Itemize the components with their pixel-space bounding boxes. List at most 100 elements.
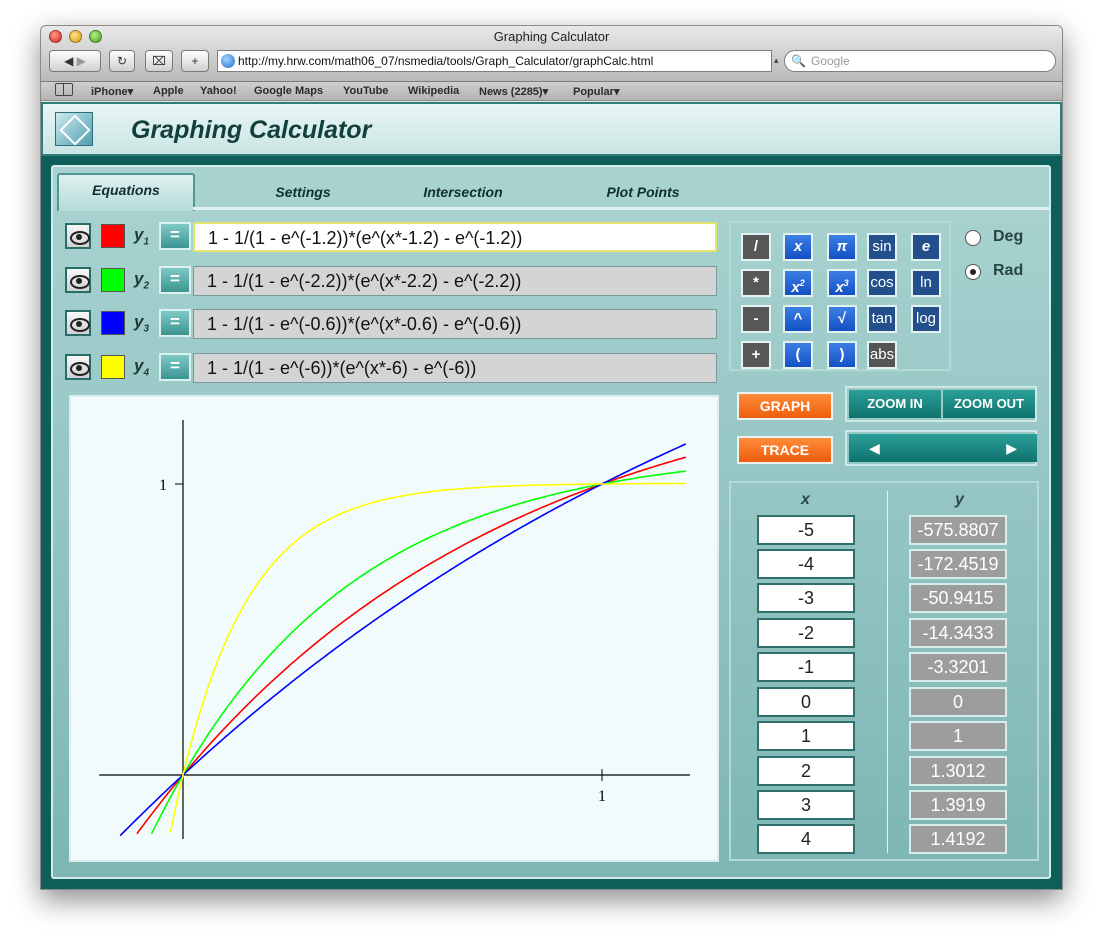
bookmark-youtube[interactable]: YouTube <box>343 85 388 97</box>
zoom-controls: ZOOM IN ZOOM OUT <box>845 386 1037 422</box>
x-cell[interactable]: -5 <box>757 515 855 545</box>
trace-arrow-controls: ◀ ▶ <box>845 430 1037 466</box>
equation-label-2: y2 <box>134 269 150 292</box>
y-cell: 1.3012 <box>909 756 1007 786</box>
x-cell[interactable]: 2 <box>757 756 855 786</box>
x-cell[interactable]: 3 <box>757 790 855 820</box>
series-line-y2 <box>150 470 686 835</box>
key-log[interactable]: log <box>911 305 941 333</box>
tab-settings[interactable]: Settings <box>243 177 363 207</box>
bookmark-news[interactable]: News (2285)▾ <box>479 85 548 98</box>
key-pi[interactable]: π <box>827 233 857 261</box>
equation-input-4[interactable]: 1 - 1/(1 - e^(-6))*(e^(x*-6) - e^(-6)) <box>193 353 717 383</box>
equals-button-4[interactable]: = <box>159 353 191 381</box>
bookmark-iphone[interactable]: iPhone▾ <box>91 85 133 98</box>
equation-input-2[interactable]: 1 - 1/(1 - e^(-2.2))*(e^(x*-2.2) - e^(-2… <box>193 266 717 296</box>
bookmark-apple[interactable]: Apple <box>153 85 184 97</box>
back-arrow-icon[interactable]: ◀ <box>64 54 73 68</box>
x-cell[interactable]: 1 <box>757 721 855 751</box>
visibility-eye-icon[interactable] <box>65 354 91 380</box>
plus-icon: + <box>191 54 199 68</box>
x-cell[interactable]: -4 <box>757 549 855 579</box>
x-cell[interactable]: -1 <box>757 652 855 682</box>
add-bookmark-button[interactable]: + <box>181 50 209 72</box>
radio-rad-control[interactable] <box>965 264 981 280</box>
graph-button[interactable]: GRAPH <box>737 392 833 420</box>
bookmark-wikipedia[interactable]: Wikipedia <box>408 85 459 97</box>
key-open-paren[interactable]: ( <box>783 341 813 369</box>
tab-equations[interactable]: Equations <box>57 173 195 211</box>
values-table: x y -5 -575.8807 -4 -172.4519 -3 -50.941… <box>729 481 1039 861</box>
equation-input-3[interactable]: 1 - 1/(1 - e^(-0.6))*(e^(x*-0.6) - e^(-0… <box>193 309 717 339</box>
trace-left-button[interactable]: ◀ <box>849 434 943 462</box>
graph-area[interactable]: 11 <box>69 395 719 862</box>
bookmark-google-maps[interactable]: Google Maps <box>254 85 323 97</box>
color-swatch-4[interactable] <box>101 355 125 379</box>
equals-button-3[interactable]: = <box>159 309 191 337</box>
x-cell[interactable]: -3 <box>757 583 855 613</box>
key-cos[interactable]: cos <box>867 269 897 297</box>
reload-button[interactable]: ↻ <box>109 50 135 72</box>
color-swatch-3[interactable] <box>101 311 125 335</box>
address-bar[interactable]: http://my.hrw.com/math06_07/nsmedia/tool… <box>217 50 772 72</box>
equals-button-1[interactable]: = <box>159 222 191 250</box>
key-sqrt[interactable]: √ <box>827 305 857 333</box>
back-forward-buttons[interactable]: ◀ ▶ <box>49 50 101 72</box>
key-ln[interactable]: ln <box>911 269 941 297</box>
trace-right-button[interactable]: ▶ <box>943 434 1037 462</box>
equation-label-1: y1 <box>134 225 150 248</box>
visibility-eye-icon[interactable] <box>65 223 91 249</box>
color-swatch-1[interactable] <box>101 224 125 248</box>
equals-button-2[interactable]: = <box>159 266 191 294</box>
y-cell: -14.3433 <box>909 618 1007 648</box>
key-minus[interactable]: - <box>741 305 771 333</box>
key-abs[interactable]: abs <box>867 341 897 369</box>
trace-button[interactable]: TRACE <box>737 436 833 464</box>
series-line-y3 <box>119 443 687 837</box>
x-cell[interactable]: 4 <box>757 824 855 854</box>
radio-deg-control[interactable] <box>965 230 981 246</box>
series-line-y4 <box>169 482 686 833</box>
key-x-squared[interactable]: x2 <box>783 269 813 297</box>
app-header: Graphing Calculator <box>41 102 1062 156</box>
window-title: Graphing Calculator <box>493 29 610 44</box>
equation-row-4: y4 = 1 - 1/(1 - e^(-6))*(e^(x*-6) - e^(-… <box>65 352 719 383</box>
bookmarks-book-icon[interactable] <box>55 83 73 96</box>
color-swatch-2[interactable] <box>101 268 125 292</box>
visibility-eye-icon[interactable] <box>65 310 91 336</box>
y-cell: 0 <box>909 687 1007 717</box>
tab-plot-points[interactable]: Plot Points <box>583 177 703 207</box>
key-power[interactable]: ^ <box>783 305 813 333</box>
left-arrow-icon: ◀ <box>869 440 880 456</box>
bookmark-popular[interactable]: Popular▾ <box>573 85 619 98</box>
key-sin[interactable]: sin <box>867 233 897 261</box>
x-cell[interactable]: 0 <box>757 687 855 717</box>
key-e[interactable]: e <box>911 233 941 261</box>
bookmark-yahoo[interactable]: Yahoo! <box>200 85 237 97</box>
tab-intersection[interactable]: Intersection <box>403 177 523 207</box>
search-icon: 🔍 <box>791 54 806 68</box>
x-cell[interactable]: -2 <box>757 618 855 648</box>
search-input[interactable]: 🔍 Google <box>784 50 1056 72</box>
y-column-header: y <box>955 491 964 508</box>
url-text: http://my.hrw.com/math06_07/nsmedia/tool… <box>238 54 654 68</box>
zoom-in-button[interactable]: ZOOM IN <box>849 390 941 418</box>
key-divide[interactable]: / <box>741 233 771 261</box>
snapback-button[interactable]: ⌧ <box>145 50 173 72</box>
zoom-out-button[interactable]: ZOOM OUT <box>943 390 1035 418</box>
key-close-paren[interactable]: ) <box>827 341 857 369</box>
key-x-cubed[interactable]: x3 <box>827 269 857 297</box>
visibility-eye-icon[interactable] <box>65 267 91 293</box>
x-column-header: x <box>801 491 810 508</box>
forward-arrow-icon[interactable]: ▶ <box>77 54 86 68</box>
key-plus[interactable]: + <box>741 341 771 369</box>
key-multiply[interactable]: * <box>741 269 771 297</box>
equation-input-1[interactable]: 1 - 1/(1 - e^(-1.2))*(e^(x*-1.2) - e^(-1… <box>193 222 717 252</box>
bookmark-label: News (2285) <box>479 86 543 98</box>
key-tan[interactable]: tan <box>867 305 897 333</box>
equation-row-3: y3 = 1 - 1/(1 - e^(-0.6))*(e^(x*-0.6) - … <box>65 308 719 339</box>
graph-canvas[interactable]: 11 <box>71 397 717 860</box>
key-x[interactable]: x <box>783 233 813 261</box>
column-divider <box>887 491 888 853</box>
page-content: Graphing Calculator Equations Settings I… <box>41 102 1062 889</box>
